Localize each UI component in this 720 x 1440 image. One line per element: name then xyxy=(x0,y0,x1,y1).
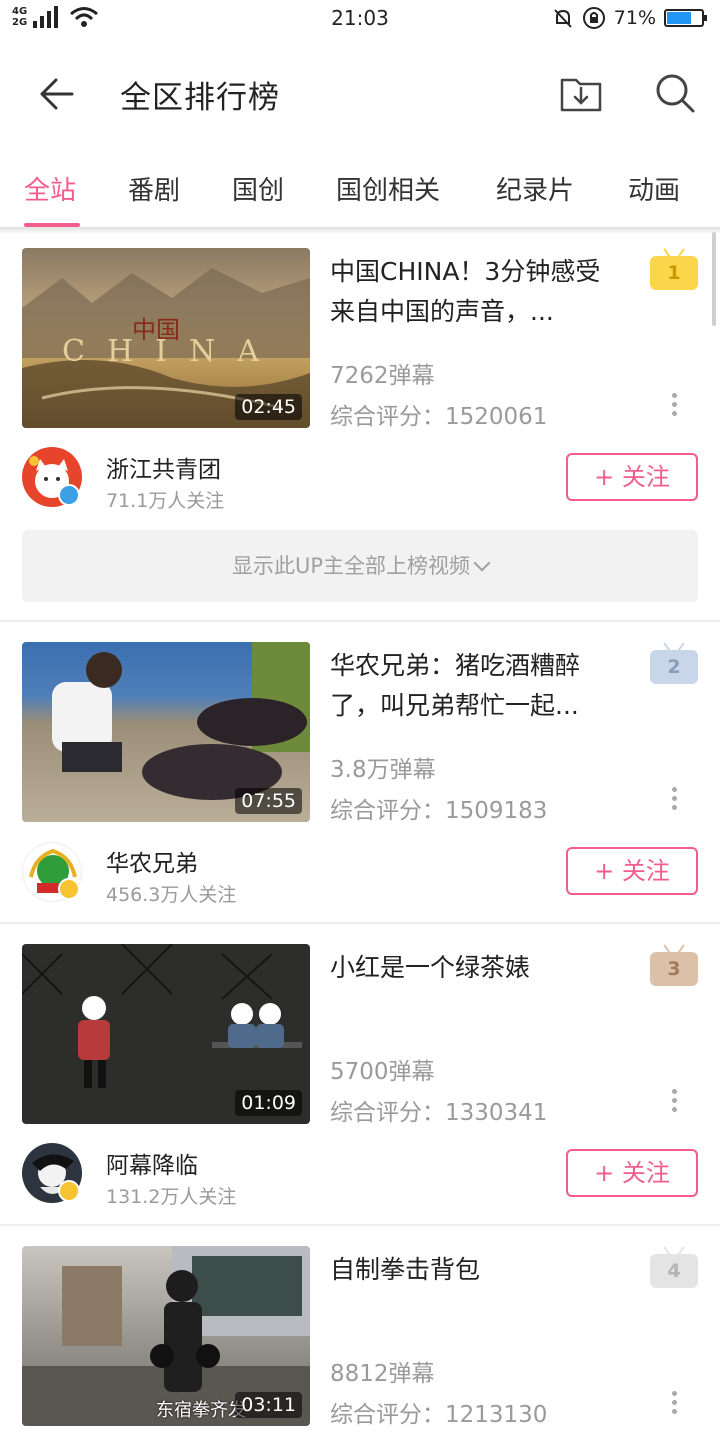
rotation-lock-icon xyxy=(582,7,605,29)
verified-badge-icon xyxy=(58,1180,80,1202)
rank-badge: 3 xyxy=(650,952,698,986)
chevron-down-icon xyxy=(473,554,491,572)
battery-percent: 71% xyxy=(613,7,656,29)
status-right: 71% xyxy=(552,6,707,30)
active-tab-indicator xyxy=(24,223,80,227)
follower-count: 456.3万人关注 xyxy=(106,884,237,906)
thumbnail-caption: 东宿拳齐发 xyxy=(156,1400,246,1421)
video-thumbnail[interactable]: 东宿拳齐发 03:11 xyxy=(22,1246,310,1426)
tab-documentary[interactable]: 纪录片 xyxy=(496,170,574,207)
overall-score: 综合评分：1213130 xyxy=(330,1402,548,1428)
thumbnail-caption-en: CHINA xyxy=(62,334,281,369)
divider xyxy=(0,922,720,924)
overall-score: 综合评分：1509183 xyxy=(330,798,548,824)
follow-button[interactable]: + 关注 xyxy=(566,847,698,895)
download-folder-icon[interactable] xyxy=(558,70,604,116)
danmaku-count: 8812弹幕 xyxy=(330,1361,435,1387)
video-title[interactable]: 小红是一个绿茶婊 xyxy=(330,948,620,988)
battery-icon xyxy=(664,9,707,27)
page-title: 全区排行榜 xyxy=(120,80,280,116)
tab-animation[interactable]: 动画 xyxy=(628,170,680,207)
video-title[interactable]: 自制拳击背包 xyxy=(330,1250,620,1290)
show-all-label: 显示此UP主全部上榜视频 xyxy=(231,554,471,578)
duration-badge: 01:09 xyxy=(235,1090,302,1116)
follow-button[interactable]: + 关注 xyxy=(566,453,698,501)
uploader-name[interactable]: 阿幕降临 xyxy=(106,1146,198,1180)
category-tabs: 全站 番剧 国创 国创相关 纪录片 动画 xyxy=(0,160,720,228)
follower-count: 131.2万人关注 xyxy=(106,1186,237,1208)
video-thumbnail[interactable]: 中国 CHINA 02:45 xyxy=(22,248,310,428)
danmaku-count: 5700弹幕 xyxy=(330,1059,435,1085)
follow-button[interactable]: + 关注 xyxy=(566,1149,698,1197)
rank-badge: 2 xyxy=(650,650,698,684)
verified-badge-icon xyxy=(58,878,80,900)
overall-score: 综合评分：1330341 xyxy=(330,1100,548,1126)
follower-count: 71.1万人关注 xyxy=(106,490,225,512)
rank-badge: 1 xyxy=(650,256,698,290)
danmaku-count: 3.8万弹幕 xyxy=(330,757,436,783)
tab-all[interactable]: 全站 xyxy=(24,170,76,207)
tab-shadow xyxy=(0,228,720,234)
more-options-icon[interactable] xyxy=(664,390,684,420)
more-options-icon[interactable] xyxy=(664,1086,684,1116)
mute-bell-icon xyxy=(554,9,572,28)
video-title[interactable]: 中国CHINA！3分钟感受来自中国的声音，... xyxy=(330,252,620,332)
uploader-name[interactable]: 浙江共青团 xyxy=(106,450,221,484)
video-thumbnail[interactable]: 07:55 xyxy=(22,642,310,822)
tab-guochuang-related[interactable]: 国创相关 xyxy=(336,170,440,207)
video-title[interactable]: 华农兄弟：猪吃酒糟醉了，叫兄弟帮忙一起... xyxy=(330,646,620,726)
arrow-left-icon[interactable] xyxy=(34,72,78,116)
app-bar: 全区排行榜 xyxy=(0,38,720,148)
more-options-icon[interactable] xyxy=(664,1388,684,1418)
divider xyxy=(0,1224,720,1226)
uploader-name[interactable]: 华农兄弟 xyxy=(106,844,198,878)
video-thumbnail[interactable]: 01:09 xyxy=(22,944,310,1124)
duration-badge: 03:11 xyxy=(235,1392,302,1418)
tab-bangumi[interactable]: 番剧 xyxy=(128,170,180,207)
search-icon[interactable] xyxy=(652,70,698,116)
scrollbar[interactable] xyxy=(712,232,716,326)
danmaku-count: 7262弹幕 xyxy=(330,363,435,389)
tab-guochuang[interactable]: 国创 xyxy=(232,170,284,207)
rank-badge: 4 xyxy=(650,1254,698,1288)
verified-badge-icon xyxy=(58,484,80,506)
duration-badge: 07:55 xyxy=(235,788,302,814)
battery-level xyxy=(667,12,692,24)
divider xyxy=(0,620,720,622)
status-bar: 4G 2G 21:03 71% xyxy=(0,0,720,38)
overall-score: 综合评分：1520061 xyxy=(330,404,548,430)
duration-badge: 02:45 xyxy=(235,394,302,420)
show-all-uploader-videos-button[interactable]: 显示此UP主全部上榜视频 xyxy=(22,530,698,602)
more-options-icon[interactable] xyxy=(664,784,684,814)
